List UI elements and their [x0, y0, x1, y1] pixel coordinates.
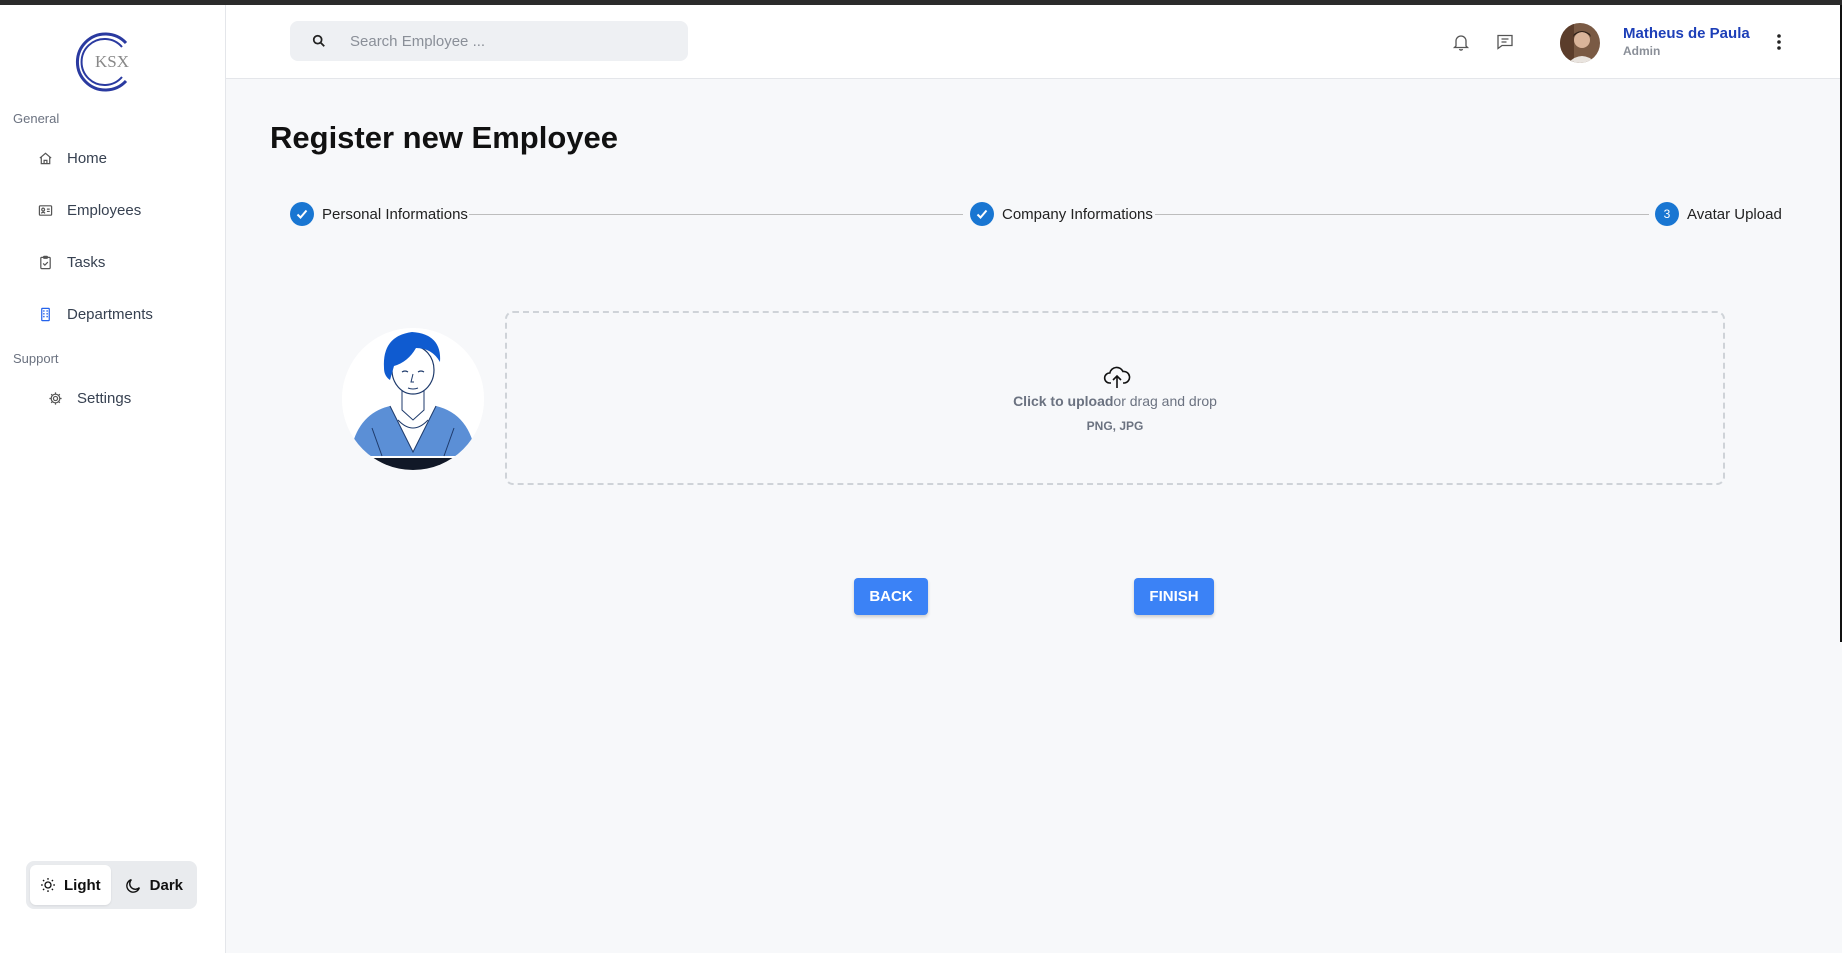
sidebar-item-label: Employees — [67, 201, 142, 219]
section-label-support: Support — [13, 351, 59, 366]
step-label: Company Informations — [1002, 205, 1153, 223]
user-avatar[interactable] — [1560, 23, 1600, 63]
step-connector — [469, 214, 963, 215]
cloud-upload-icon — [1103, 366, 1131, 388]
sidebar-item-label: Departments — [67, 305, 153, 323]
top-header: Matheus de Paula Admin — [226, 5, 1842, 79]
upload-instructions: Click to uploador drag and drop — [507, 393, 1723, 409]
step-avatar-upload: 3 Avatar Upload — [1655, 202, 1782, 226]
building-icon — [41, 307, 50, 321]
page-title: Register new Employee — [270, 120, 619, 155]
sidebar-item-departments[interactable]: Departments — [38, 296, 153, 332]
step-personal-informations: Personal Informations — [290, 202, 468, 226]
user-role: Admin — [1623, 44, 1661, 58]
check-icon — [290, 202, 314, 226]
section-label-general: General — [13, 111, 60, 126]
sun-icon — [41, 878, 55, 892]
bell-icon[interactable] — [1451, 32, 1471, 52]
drag-drop-text: or drag and drop — [1113, 393, 1217, 409]
finish-button[interactable]: FINISH — [1134, 578, 1214, 615]
message-icon[interactable] — [1495, 32, 1515, 52]
avatar-preview-image — [342, 328, 484, 470]
theme-dark-label: Dark — [149, 876, 184, 894]
sidebar-item-tasks[interactable]: Tasks — [38, 244, 105, 280]
step-label: Avatar Upload — [1687, 205, 1782, 223]
search-icon — [312, 34, 325, 47]
step-connector — [1155, 214, 1649, 215]
sidebar-item-label: Tasks — [67, 253, 106, 271]
clipboard-check-icon — [40, 255, 51, 269]
gear-icon — [49, 391, 62, 405]
step-label: Personal Informations — [322, 205, 468, 223]
user-name[interactable]: Matheus de Paula — [1623, 25, 1750, 42]
sidebar-item-home[interactable]: Home — [38, 140, 107, 176]
sidebar-item-settings[interactable]: Settings — [48, 380, 131, 416]
more-options-icon[interactable] — [1769, 30, 1789, 54]
ksx-logo[interactable]: KSX — [74, 29, 140, 95]
back-button[interactable]: BACK — [854, 578, 928, 615]
theme-light-label: Light — [64, 876, 101, 894]
sidebar-item-label: Home — [67, 149, 108, 167]
avatar-upload-dropzone[interactable]: Click to uploador drag and drop PNG, JPG — [505, 311, 1725, 485]
step-number: 3 — [1655, 202, 1679, 226]
theme-dark-button[interactable]: Dark — [115, 865, 193, 905]
theme-light-button[interactable]: Light — [30, 865, 111, 905]
step-company-informations: Company Informations — [970, 202, 1153, 226]
sidebar-item-label: Settings — [77, 389, 132, 407]
logo-text: KSX — [95, 52, 129, 71]
search-bar — [290, 21, 688, 61]
theme-toggle: Light Dark — [26, 861, 197, 909]
sidebar: KSX General Home Employees Tasks Departm… — [0, 5, 226, 953]
search-input[interactable] — [350, 21, 670, 61]
upload-formats: PNG, JPG — [1086, 419, 1144, 433]
id-card-icon — [38, 204, 53, 216]
home-icon — [39, 152, 52, 164]
sidebar-item-employees[interactable]: Employees — [38, 192, 141, 228]
click-to-upload-link[interactable]: Click to upload — [1013, 393, 1113, 409]
moon-icon — [125, 878, 140, 893]
check-icon — [970, 202, 994, 226]
